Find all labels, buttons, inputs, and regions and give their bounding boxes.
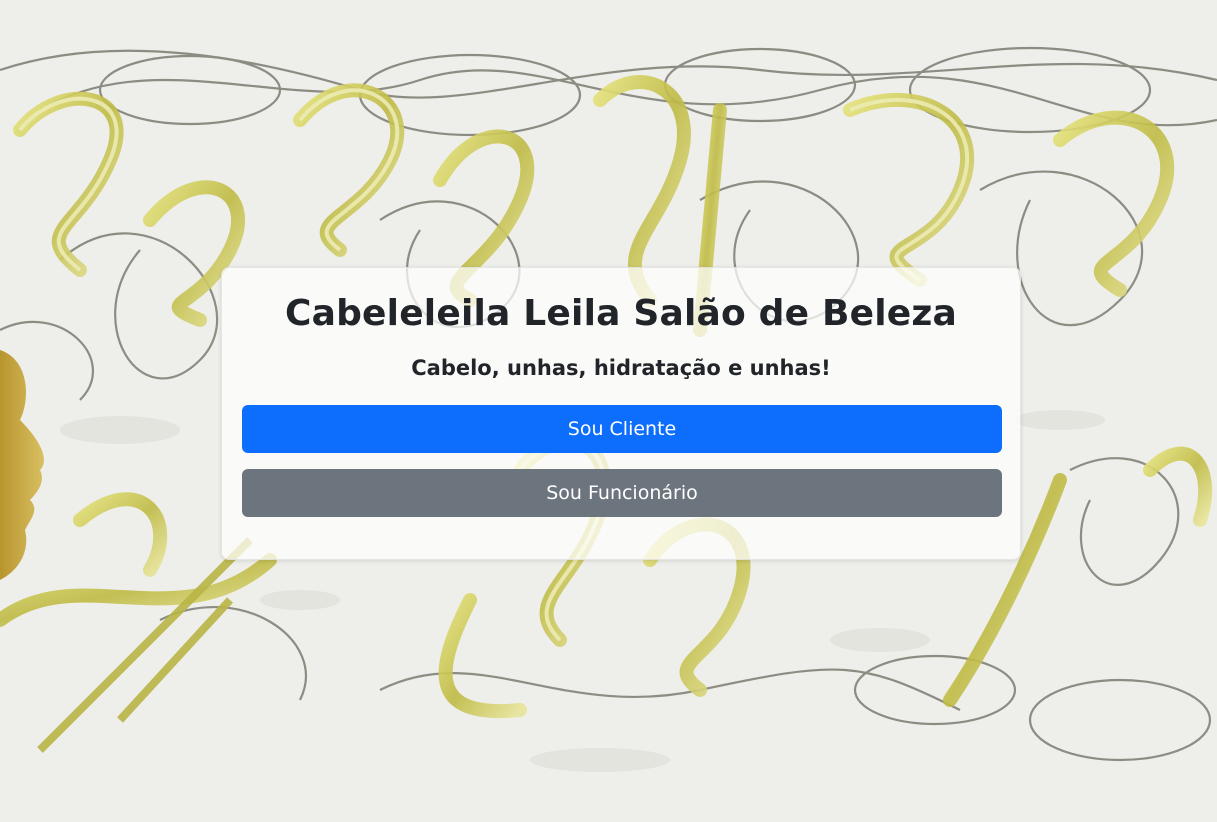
page-subtitle: Cabelo, unhas, hidratação e unhas! xyxy=(411,356,831,380)
page-title: Cabeleleila Leila Salão de Beleza xyxy=(284,293,958,334)
face-silhouette-icon xyxy=(0,350,44,580)
welcome-card: Cabeleleila Leila Salão de Beleza Cabelo… xyxy=(221,267,1021,560)
client-button[interactable]: Sou Cliente xyxy=(242,405,1002,453)
employee-button[interactable]: Sou Funcionário xyxy=(242,469,1002,517)
